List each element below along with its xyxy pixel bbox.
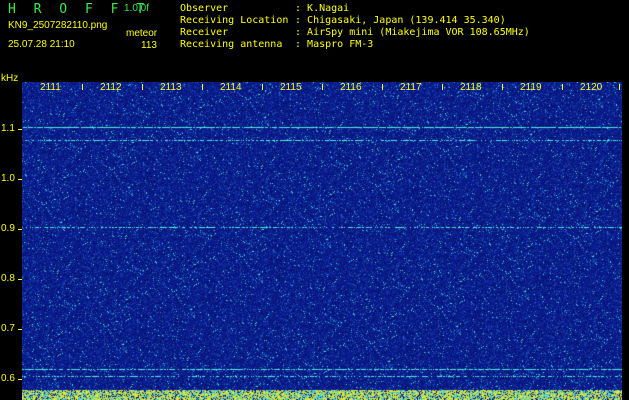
info-row-antenna: Receiving antenna: Maspro FM-3 [180,39,374,50]
x-tick-mark [619,84,620,90]
info-row-location: Receiving Location: Chigasaki, Japan (13… [180,15,506,26]
x-tick-mark [562,84,563,90]
x-tick-mark [322,84,323,90]
info-value: Maspro FM-3 [307,39,374,50]
y-tick-mark [18,279,22,280]
info-label: Receiver [180,27,229,38]
y-tick-mark [18,129,22,130]
x-tick-mark [142,84,143,90]
y-tick-label: 0.7 [1,323,15,334]
y-tick-label: 0.6 [1,373,15,384]
header-panel: H R O F F T 1.0.0f KN9_2507282110.png me… [0,0,629,84]
x-tick-label: 2118 [460,82,482,93]
x-tick-label: 2119 [520,82,542,93]
x-tick-mark [82,84,83,90]
y-tick-label: 0.9 [1,223,15,234]
x-tick-label: 2112 [100,82,122,93]
x-tick-mark [382,84,383,90]
y-tick-mark [18,179,22,180]
y-tick-label: 1.1 [1,123,15,134]
y-tick-mark [18,229,22,230]
x-tick-label: 2113 [160,82,182,93]
info-label: Receiving antenna [180,39,283,50]
info-value: AirSpy mini (Miakejima VOR 108.65MHz) [307,27,530,38]
y-tick-label: 0.8 [1,273,15,284]
spectrogram-plot [22,82,622,400]
y-axis-unit: kHz [1,73,19,84]
x-tick-mark [262,84,263,90]
y-tick-mark [18,379,22,380]
info-label: Receiving Location [180,15,289,26]
x-tick-label: 2120 [580,82,603,93]
info-value: Chigasaki, Japan (139.414 35.340) [307,15,506,26]
x-tick-mark [442,84,443,90]
x-tick-label: 2117 [400,82,422,93]
observation-mode: meteor [126,28,158,39]
observation-datetime: 25.07.28 21:10 [8,39,75,50]
y-tick-mark [18,329,22,330]
x-tick-label: 2111 [40,82,61,93]
info-value: K.Nagai [307,3,350,14]
spectrogram-canvas [22,82,622,400]
x-tick-label: 2114 [220,82,242,93]
x-tick-label: 2116 [340,82,362,93]
x-tick-mark [202,84,203,90]
x-tick-mark [502,84,503,90]
app-version: 1.0.0f [124,3,150,14]
detection-count: 113 [141,40,157,51]
y-tick-label: 1.0 [1,173,15,184]
right-edge-bar [622,82,629,400]
info-row-receiver: Receiver: AirSpy mini (Miakejima VOR 108… [180,27,530,38]
info-label: Observer [180,3,229,14]
x-tick-label: 2115 [280,82,302,93]
file-name: KN9_2507282110.png [8,20,108,31]
info-row-observer: Observer: K.Nagai [180,3,350,14]
